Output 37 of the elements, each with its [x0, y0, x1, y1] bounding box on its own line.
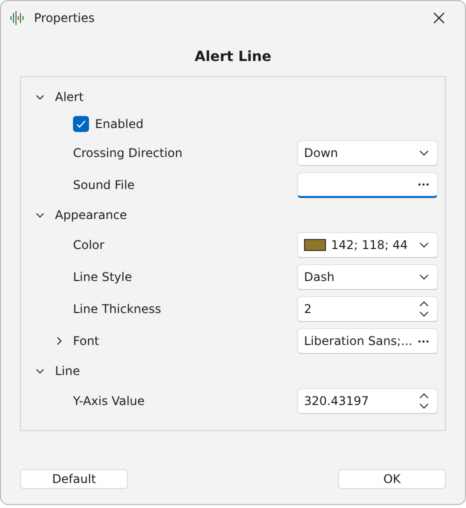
- close-icon[interactable]: [433, 12, 445, 24]
- property-label: Sound File: [73, 178, 135, 192]
- property-label: Y-Axis Value: [73, 394, 145, 408]
- chevron-icon[interactable]: [35, 92, 45, 102]
- checkbox[interactable]: [73, 116, 89, 132]
- chevron-down-icon: [419, 274, 429, 280]
- spin-arrows-icon: [419, 301, 429, 317]
- category-label: Appearance: [55, 208, 128, 222]
- window-title: Properties: [34, 11, 96, 25]
- ellipsis-icon: [418, 183, 429, 186]
- chevron-icon[interactable]: [54, 336, 64, 346]
- spin-box[interactable]: 320.43197: [297, 388, 438, 414]
- property-label: Crossing Direction: [73, 146, 182, 160]
- property-label: Line Thickness: [73, 302, 162, 316]
- property-label: Color: [73, 238, 104, 252]
- spin-arrows-icon: [419, 393, 429, 409]
- dropdown[interactable]: 142; 118; 44: [297, 232, 438, 258]
- chevron-down-icon: [419, 242, 429, 248]
- dropdown[interactable]: Down: [297, 140, 438, 166]
- chevron-icon[interactable]: [35, 366, 45, 376]
- chevron-down-icon: [419, 150, 429, 156]
- category-label: Alert: [55, 90, 84, 104]
- category-label: Line: [55, 364, 80, 378]
- input-field[interactable]: Liberation Sans;...: [297, 328, 438, 354]
- check-icon: [75, 118, 87, 130]
- property-label: Line Style: [73, 270, 132, 284]
- ellipsis-icon: [418, 340, 429, 342]
- dialog-heading: Alert Line: [194, 48, 272, 67]
- chevron-icon[interactable]: [35, 210, 45, 220]
- dialog-button[interactable]: OK: [338, 469, 446, 489]
- input-field[interactable]: [297, 172, 438, 198]
- property-label: Font: [73, 334, 100, 348]
- waveform-icon: [10, 11, 24, 25]
- checkbox-label: Enabled: [95, 117, 144, 131]
- spin-box[interactable]: 2: [297, 296, 438, 322]
- dropdown[interactable]: Dash: [297, 264, 438, 290]
- dialog-button[interactable]: Default: [20, 469, 128, 489]
